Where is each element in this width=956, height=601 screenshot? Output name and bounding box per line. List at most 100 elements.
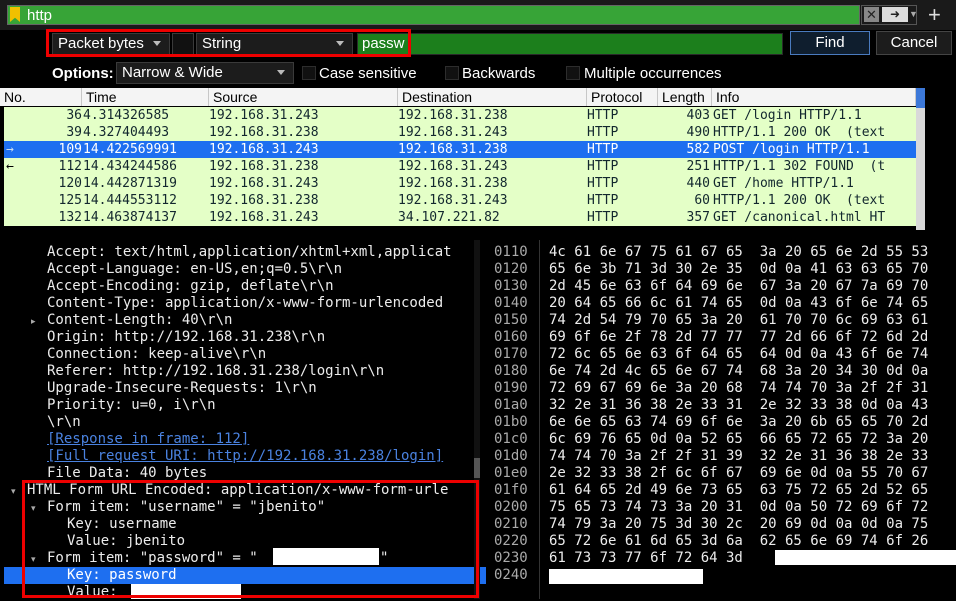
packet-cell-dst: 34.107.221.82	[398, 210, 500, 225]
packet-details-scroll-thumb[interactable]	[474, 458, 480, 478]
hex-offset: 0230	[494, 550, 528, 566]
expand-arrow-icon[interactable]: ▾	[11, 486, 16, 497]
packet-cell-no: 39	[66, 125, 82, 140]
packet-list-scrollbar[interactable]	[916, 88, 925, 230]
packet-cell-no: 36	[66, 108, 82, 123]
hex-offset-divider	[539, 240, 540, 599]
options-value: Narrow & Wide	[122, 64, 223, 81]
hex-bytes[interactable]: 74 2d 54 79 70 65 3a 20 61 70 70 6c 69 6…	[549, 312, 928, 329]
detail-line[interactable]: Priority: u=0, i\r\n	[47, 397, 216, 414]
packet-cell-src: 192.168.31.238	[209, 125, 319, 140]
hex-offset: 0240	[494, 567, 528, 583]
column-header-protocol[interactable]: Protocol	[587, 88, 658, 106]
hex-bytes[interactable]: 75 65 73 74 73 3a 20 31 0d 0a 50 72 69 6…	[549, 499, 928, 516]
hex-bytes[interactable]: 2d 45 6e 63 6f 64 69 6e 67 3a 20 67 7a 6…	[549, 278, 928, 295]
hex-bytes[interactable]: 20 64 65 66 6c 61 74 65 0d 0a 43 6f 6e 7…	[549, 295, 928, 312]
multiple-occurrences-checkbox[interactable]	[566, 66, 580, 80]
packet-cell-time: 14.442871319	[83, 176, 177, 191]
packet-cell-no: 125	[58, 193, 82, 208]
packet-cell-src: 192.168.31.238	[209, 193, 319, 208]
column-header-time[interactable]: Time	[82, 88, 209, 106]
packet-cell-len: 490	[686, 125, 710, 140]
packet-cell-info: HTTP/1.1 302 FOUND (t	[713, 159, 886, 174]
packet-list-scroll-thumb[interactable]	[916, 88, 925, 108]
detail-line[interactable]: Accept-Language: en-US,en;q=0.5\r\n	[47, 261, 342, 278]
packet-row[interactable]: 125 14.444553112 192.168.31.238 192.168.31.…	[4, 192, 916, 209]
packet-cell-proto: HTTP	[587, 108, 619, 123]
detail-line[interactable]: Accept-Encoding: gzip, deflate\r\n	[47, 278, 334, 295]
case-sensitive-checkbox[interactable]	[302, 66, 316, 80]
detail-line[interactable]: [Response in frame: 112]	[47, 431, 249, 448]
hex-offset: 0170	[494, 346, 528, 362]
detail-line[interactable]: Upgrade-Insecure-Requests: 1\r\n	[47, 380, 317, 397]
column-header-no[interactable]: No.	[0, 88, 82, 106]
hex-bytes[interactable]: 6c 69 76 65 0d 0a 52 65 66 65 72 65 72 3…	[549, 431, 928, 448]
hex-bytes[interactable]: 65 72 6e 61 6d 65 3d 6a 62 65 6e 69 74 6…	[549, 533, 928, 550]
detail-line[interactable]: Connection: keep-alive\r\n	[47, 346, 266, 363]
column-header-source[interactable]: Source	[209, 88, 398, 106]
display-filter-input[interactable]	[7, 5, 860, 25]
packet-cell-info: GET /login HTTP/1.1	[713, 108, 862, 123]
case-sensitive-label: Case sensitive	[319, 65, 417, 82]
find-button[interactable]: Find	[790, 31, 870, 55]
redacted-hex-bytes	[549, 569, 703, 584]
collapse-arrow-icon[interactable]: ▸	[31, 316, 36, 327]
hex-bytes[interactable]: 74 79 3a 20 75 3d 30 2c 20 69 0d 0a 0d 0…	[549, 516, 928, 533]
packet-cell-dst: 192.168.31.243	[398, 193, 508, 208]
hex-bytes[interactable]: 61 73 73 77 6f 72 64 3d	[549, 550, 743, 567]
packet-cell-info: POST /login HTTP/1.1	[713, 142, 870, 157]
packet-cell-info: GET /home HTTP/1.1	[713, 176, 854, 191]
hex-bytes[interactable]: 74 74 70 3a 2f 2f 31 39 32 2e 31 36 38 2…	[549, 448, 928, 465]
hex-bytes[interactable]: 72 6c 65 6e 63 6f 64 65 64 0d 0a 43 6f 6…	[549, 346, 928, 363]
column-header-info[interactable]: Info	[712, 88, 916, 106]
hex-offset: 01c0	[494, 431, 528, 447]
hex-offset: 0120	[494, 261, 528, 277]
pane-splitter[interactable]	[0, 230, 956, 240]
hex-bytes[interactable]: 65 6e 3b 71 3d 30 2e 35 0d 0a 41 63 63 6…	[549, 261, 928, 278]
detail-line[interactable]: [Full request URI: http://192.168.31.238…	[47, 448, 443, 465]
detail-line[interactable]: Referer: http://192.168.31.238/login\r\n	[47, 363, 384, 380]
request-arrow-icon: →	[6, 142, 14, 157]
hex-bytes[interactable]: 2e 32 33 38 2f 6c 6f 67 69 6e 0d 0a 55 7…	[549, 465, 928, 482]
packet-cell-len: 582	[686, 142, 710, 157]
packet-cell-src: 192.168.31.243	[209, 108, 319, 123]
hex-bytes[interactable]: 69 6f 6e 2f 78 2d 77 77 77 2d 66 6f 72 6…	[549, 329, 928, 346]
hex-offset: 0150	[494, 312, 528, 328]
packet-cell-src: 192.168.31.243	[209, 142, 319, 157]
cancel-button[interactable]: Cancel	[876, 31, 952, 55]
packet-cell-dst: 192.168.31.238	[398, 142, 508, 157]
packet-row[interactable]: 132 14.463874137 192.168.31.243 34.107.221.…	[4, 209, 916, 226]
packet-row[interactable]: 112 14.434244586 192.168.31.238 192.168.31.…	[4, 158, 916, 175]
detail-line[interactable]: Origin: http://192.168.31.238\r\n	[47, 329, 325, 346]
packet-row[interactable]: 109 14.422569991 192.168.31.243 192.168.31.…	[4, 141, 916, 158]
options-select[interactable]: Narrow & Wide	[116, 62, 294, 84]
packet-row[interactable]: 39 4.327404493 192.168.31.238 192.168.31.24…	[4, 124, 916, 141]
packet-cell-no: 132	[58, 210, 82, 225]
hex-bytes[interactable]: 72 69 67 69 6e 3a 20 68 74 74 70 3a 2f 2…	[549, 380, 928, 397]
hex-bytes[interactable]: 6e 74 2d 4c 65 6e 67 74 68 3a 20 34 30 0…	[549, 363, 928, 380]
column-header-length[interactable]: Length	[658, 88, 712, 106]
search-string-input[interactable]	[357, 33, 783, 55]
hex-bytes[interactable]: 6e 6e 65 63 74 69 6f 6e 3a 20 6b 65 65 7…	[549, 414, 928, 431]
hex-offset: 01d0	[494, 448, 528, 464]
packet-row[interactable]: 120 14.442871319 192.168.31.243 192.168.31.…	[4, 175, 916, 192]
backwards-label: Backwards	[462, 65, 536, 82]
detail-line[interactable]: Accept: text/html,application/xhtml+xml,…	[47, 244, 452, 261]
column-header-destination[interactable]: Destination	[398, 88, 587, 106]
chevron-down-icon[interactable]: ▼	[909, 9, 918, 19]
hex-bytes[interactable]: 61 64 65 2d 49 6e 73 65 63 75 72 65 2d 5…	[549, 482, 928, 499]
add-filter-button-icon[interactable]: +	[928, 2, 941, 28]
packet-cell-time: 4.314326585	[83, 108, 170, 123]
clear-filter-icon[interactable]: ✕	[864, 7, 879, 22]
apply-filter-icon[interactable]: ➜	[882, 7, 908, 22]
hex-bytes[interactable]: 32 2e 31 36 38 2e 33 31 2e 32 33 38 0d 0…	[549, 397, 928, 414]
detail-line[interactable]: Content-Length: 40\r\n	[47, 312, 232, 329]
detail-line[interactable]: Content-Type: application/x-www-form-url…	[47, 295, 443, 312]
backwards-checkbox[interactable]	[445, 66, 459, 80]
packet-cell-proto: HTTP	[587, 210, 619, 225]
packet-cell-proto: HTTP	[587, 176, 619, 191]
packet-row[interactable]: 36 4.314326585 192.168.31.243 192.168.31.23…	[4, 107, 916, 124]
hex-bytes[interactable]: 4c 61 6e 67 75 61 67 65 3a 20 65 6e 2d 5…	[549, 244, 928, 261]
packet-cell-time: 14.434244586	[83, 159, 177, 174]
detail-line[interactable]: \r\n	[47, 414, 81, 431]
